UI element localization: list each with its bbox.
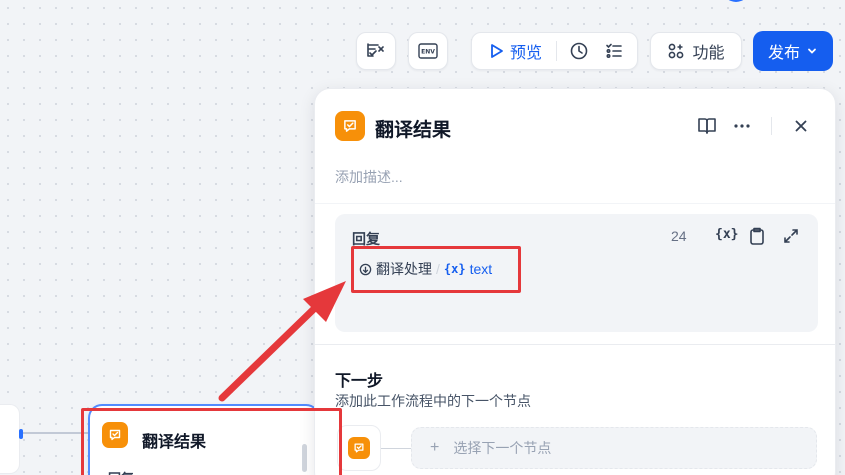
annotation-arrow (218, 281, 346, 402)
